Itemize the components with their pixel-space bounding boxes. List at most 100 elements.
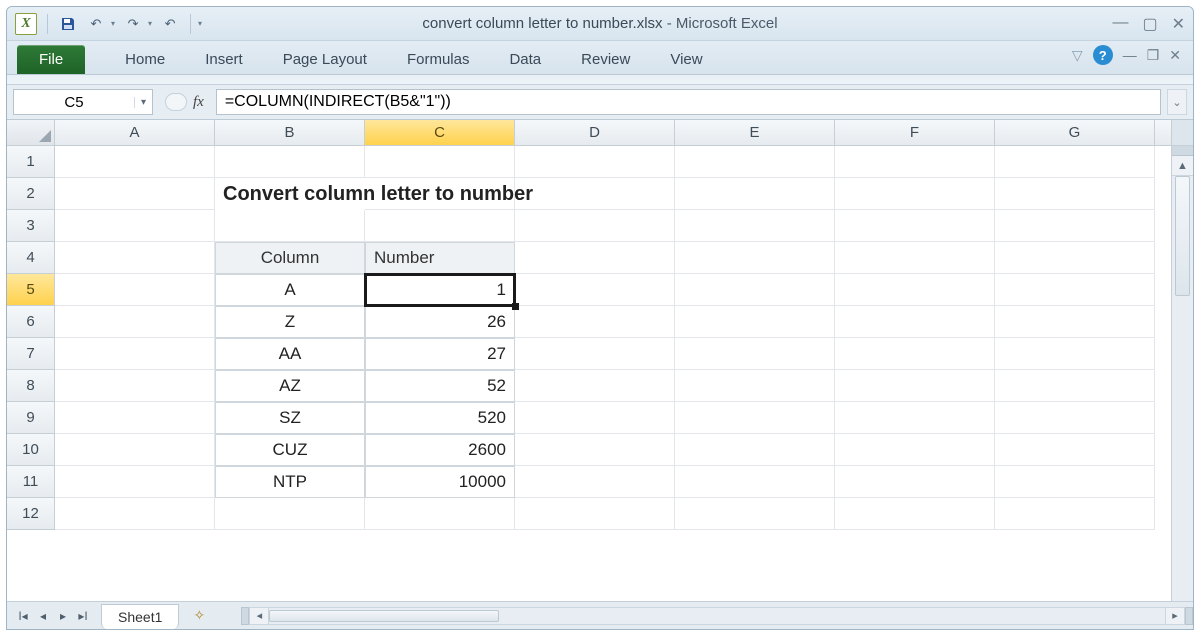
cell-C11[interactable]: 10000 — [365, 466, 515, 498]
tab-formulas[interactable]: Formulas — [387, 45, 490, 74]
cell-G6[interactable] — [995, 306, 1155, 338]
cell-F6[interactable] — [835, 306, 995, 338]
undo-icon-2[interactable]: ↶ — [160, 14, 180, 34]
cell-D2[interactable] — [515, 178, 675, 210]
cell-E7[interactable] — [675, 338, 835, 370]
tab-view[interactable]: View — [650, 45, 722, 74]
name-box-input[interactable] — [14, 92, 134, 113]
cell-B2[interactable]: Convert column letter to number — [215, 178, 365, 210]
row-header-6[interactable]: 6 — [7, 306, 55, 338]
col-header-E[interactable]: E — [675, 120, 835, 145]
close-icon[interactable]: ✕ — [1172, 14, 1185, 34]
cell-B12[interactable] — [215, 498, 365, 530]
maximize-icon[interactable]: ▢ — [1142, 14, 1157, 34]
sheet-tab-sheet1[interactable]: Sheet1 — [101, 604, 179, 629]
col-header-C[interactable]: C — [365, 120, 515, 145]
minimize-icon[interactable]: ― — [1112, 14, 1128, 34]
new-sheet-icon[interactable]: ✧ — [187, 606, 211, 626]
cell-F8[interactable] — [835, 370, 995, 402]
workbook-minimize-icon[interactable]: ― — [1123, 47, 1137, 63]
cell-A8[interactable] — [55, 370, 215, 402]
col-header-A[interactable]: A — [55, 120, 215, 145]
cell-B8[interactable]: AZ — [215, 370, 365, 402]
fx-icon[interactable]: fx — [193, 94, 204, 111]
cell-D1[interactable] — [515, 146, 675, 178]
cell-D12[interactable] — [515, 498, 675, 530]
cell-B5[interactable]: A — [215, 274, 365, 306]
formula-input[interactable] — [216, 89, 1161, 115]
cell-E8[interactable] — [675, 370, 835, 402]
cell-C4[interactable]: Number — [365, 242, 515, 274]
cell-F12[interactable] — [835, 498, 995, 530]
cell-B7[interactable]: AA — [215, 338, 365, 370]
row-header-3[interactable]: 3 — [7, 210, 55, 242]
sheet-nav-last-icon[interactable]: ▸I — [73, 606, 93, 626]
excel-logo-icon[interactable]: X — [15, 13, 37, 35]
cell-D11[interactable] — [515, 466, 675, 498]
cell-F1[interactable] — [835, 146, 995, 178]
row-header-12[interactable]: 12 — [7, 498, 55, 530]
scroll-left-icon[interactable]: ◂ — [249, 607, 269, 625]
split-handle-icon[interactable] — [1172, 146, 1193, 156]
cell-G8[interactable] — [995, 370, 1155, 402]
cell-A4[interactable] — [55, 242, 215, 274]
row-header-4[interactable]: 4 — [7, 242, 55, 274]
cell-G1[interactable] — [995, 146, 1155, 178]
cell-G5[interactable] — [995, 274, 1155, 306]
cell-F10[interactable] — [835, 434, 995, 466]
cell-C12[interactable] — [365, 498, 515, 530]
cell-C8[interactable]: 52 — [365, 370, 515, 402]
name-box-dropdown-icon[interactable]: ▾ — [134, 97, 152, 108]
cell-E10[interactable] — [675, 434, 835, 466]
cancel-formula-icon[interactable] — [165, 93, 187, 111]
cell-B6[interactable]: Z — [215, 306, 365, 338]
row-header-7[interactable]: 7 — [7, 338, 55, 370]
col-header-B[interactable]: B — [215, 120, 365, 145]
cell-C7[interactable]: 27 — [365, 338, 515, 370]
cell-D8[interactable] — [515, 370, 675, 402]
cell-F3[interactable] — [835, 210, 995, 242]
row-header-5[interactable]: 5 — [7, 274, 55, 306]
cell-B11[interactable]: NTP — [215, 466, 365, 498]
cell-D3[interactable] — [515, 210, 675, 242]
cell-G7[interactable] — [995, 338, 1155, 370]
cell-D4[interactable] — [515, 242, 675, 274]
cell-E4[interactable] — [675, 242, 835, 274]
redo-icon[interactable]: ↷ — [123, 14, 143, 34]
cell-G2[interactable] — [995, 178, 1155, 210]
cell-G12[interactable] — [995, 498, 1155, 530]
scroll-up-icon[interactable]: ▲ — [1172, 156, 1193, 176]
cell-C1[interactable] — [365, 146, 515, 178]
cell-G11[interactable] — [995, 466, 1155, 498]
hscroll-thumb[interactable] — [269, 610, 499, 622]
hsplit-handle-icon[interactable] — [241, 607, 249, 625]
col-header-D[interactable]: D — [515, 120, 675, 145]
cell-B3[interactable] — [215, 210, 365, 242]
cell-E12[interactable] — [675, 498, 835, 530]
row-header-9[interactable]: 9 — [7, 402, 55, 434]
cell-F7[interactable] — [835, 338, 995, 370]
tab-home[interactable]: Home — [105, 45, 185, 74]
cell-F2[interactable] — [835, 178, 995, 210]
cell-B1[interactable] — [215, 146, 365, 178]
cell-A7[interactable] — [55, 338, 215, 370]
cell-C6[interactable]: 26 — [365, 306, 515, 338]
cell-D9[interactable] — [515, 402, 675, 434]
cell-G4[interactable] — [995, 242, 1155, 274]
tab-page-layout[interactable]: Page Layout — [263, 45, 387, 74]
row-header-1[interactable]: 1 — [7, 146, 55, 178]
cell-E6[interactable] — [675, 306, 835, 338]
file-tab[interactable]: File — [17, 45, 85, 74]
save-icon[interactable] — [58, 14, 78, 34]
cell-D10[interactable] — [515, 434, 675, 466]
cell-A12[interactable] — [55, 498, 215, 530]
cell-A1[interactable] — [55, 146, 215, 178]
cell-E11[interactable] — [675, 466, 835, 498]
cell-D7[interactable] — [515, 338, 675, 370]
cell-A11[interactable] — [55, 466, 215, 498]
cell-E1[interactable] — [675, 146, 835, 178]
cell-B4[interactable]: Column — [215, 242, 365, 274]
expand-formula-bar-icon[interactable]: ⌄ — [1167, 89, 1187, 115]
help-icon[interactable]: ? — [1093, 45, 1113, 65]
select-all-corner[interactable] — [7, 120, 55, 145]
